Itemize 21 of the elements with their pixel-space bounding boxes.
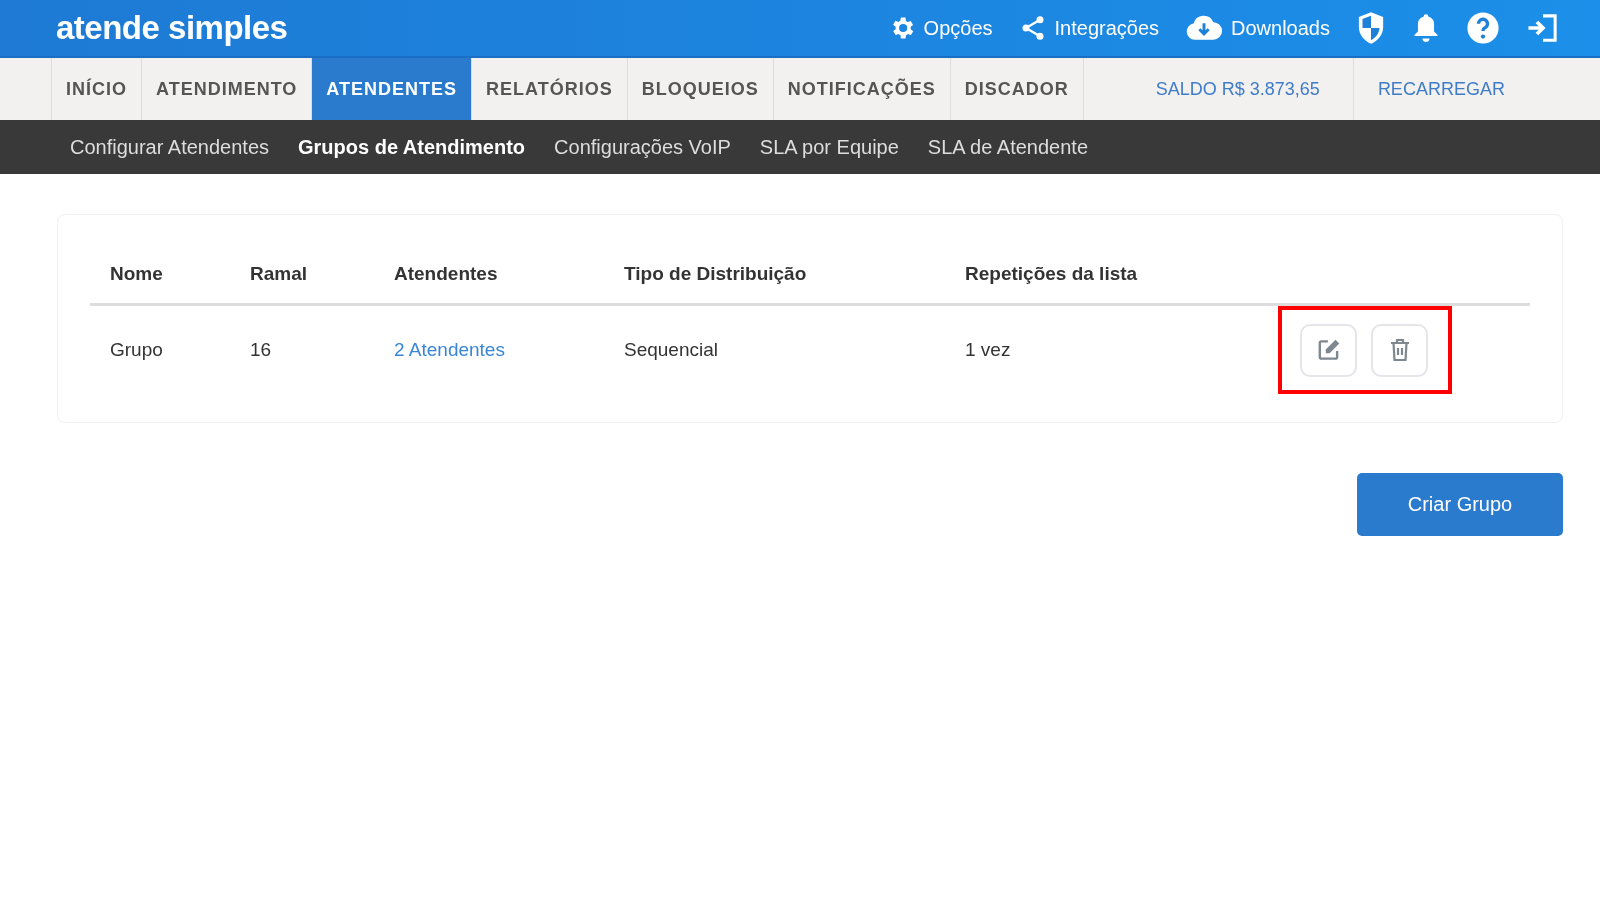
table-cell-text: Grupo xyxy=(110,339,164,361)
column-header: Repetições da lista xyxy=(965,263,1139,285)
logo[interactable]: atende simples xyxy=(56,9,288,47)
sub-tab[interactable]: Configurações VoIP xyxy=(554,135,731,159)
agents-link[interactable]: 2 Atendentes xyxy=(394,339,505,360)
column-header: Ramal xyxy=(250,263,309,285)
header-link[interactable]: Integrações xyxy=(1018,14,1160,42)
table-cell-text: 16 xyxy=(250,339,273,361)
column-header: Tipo de Distribuição xyxy=(624,263,808,285)
sub-tab[interactable]: Configurar Atendentes xyxy=(70,135,270,159)
nav-tab[interactable]: ATENDENTES xyxy=(311,58,472,120)
create-group-button[interactable]: Criar Grupo xyxy=(1357,473,1563,536)
header-link[interactable]: Downloads xyxy=(1185,14,1330,42)
column-header: Nome xyxy=(110,263,164,285)
sub-tab[interactable]: SLA por Equipe xyxy=(759,135,899,159)
table-cell-text: Sequencial xyxy=(624,339,720,361)
sub-tab[interactable]: SLA de Atendente xyxy=(927,135,1088,159)
sub-tab[interactable]: Grupos de Atendimento xyxy=(298,135,526,159)
column-header: Atendentes xyxy=(394,263,499,285)
header-link[interactable]: Opções xyxy=(887,14,993,42)
table-cell-text: 1 vez xyxy=(965,339,1012,361)
